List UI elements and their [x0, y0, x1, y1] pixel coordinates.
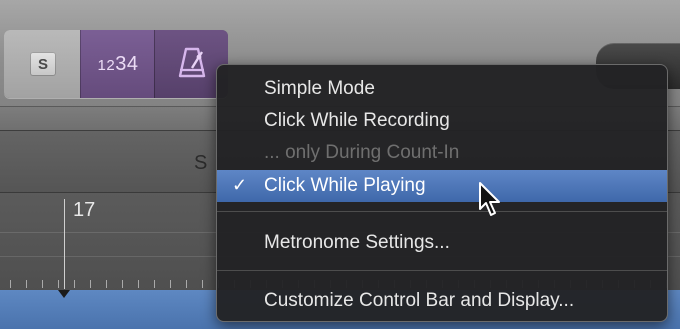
- menu-separator: [217, 270, 667, 271]
- ruler-tick: [74, 280, 75, 288]
- ruler-tick: [90, 280, 91, 288]
- menu-item-label: Simple Mode: [264, 78, 375, 99]
- metronome-icon: [178, 47, 206, 78]
- count-in-label: 1234: [97, 52, 139, 75]
- ruler-tick: [202, 280, 203, 288]
- ruler-tick: [42, 280, 43, 288]
- menu-item-label: Click While Playing: [264, 175, 426, 196]
- control-bar-button-group: S 1234: [4, 30, 228, 98]
- ruler-tick: [170, 280, 171, 288]
- menu-item-label: Click While Recording: [264, 110, 450, 131]
- ruler-tick: [122, 280, 123, 288]
- menu-item-click-while-recording[interactable]: Click While Recording: [217, 105, 667, 137]
- menu-item-customize-control-bar[interactable]: Customize Control Bar and Display...: [217, 285, 667, 317]
- menu-item-label: Customize Control Bar and Display...: [264, 290, 575, 311]
- metronome-context-menu: Simple Mode Click While Recording ... on…: [216, 64, 668, 322]
- playhead-marker[interactable]: [58, 290, 70, 298]
- solo-cell: S: [4, 30, 80, 98]
- menu-item-only-during-count-in: ... only During Count-In: [217, 137, 667, 169]
- ruler-tick: [138, 280, 139, 288]
- menu-separator: [217, 211, 667, 212]
- solo-button[interactable]: S: [30, 52, 56, 76]
- menu-item-label: ... only During Count-In: [264, 142, 460, 163]
- ruler-tick: [106, 280, 107, 288]
- ruler-tick: [10, 280, 11, 288]
- menu-item-label: Metronome Settings...: [264, 232, 450, 253]
- mouse-pointer-icon: [479, 182, 500, 216]
- ruler-tick: [58, 280, 59, 288]
- bar-number: 17: [73, 199, 96, 221]
- ruler-tick: [186, 280, 187, 288]
- count-in-button[interactable]: 1234: [80, 30, 155, 98]
- menu-item-click-while-playing[interactable]: ✓ Click While Playing: [217, 170, 667, 202]
- menu-item-metronome-settings[interactable]: Metronome Settings...: [217, 227, 667, 259]
- section-label: S: [194, 152, 208, 174]
- ruler-tick: [154, 280, 155, 288]
- menu-item-simple-mode[interactable]: Simple Mode: [217, 73, 667, 105]
- checkmark-icon: ✓: [232, 175, 248, 195]
- ruler-tick: [26, 280, 27, 288]
